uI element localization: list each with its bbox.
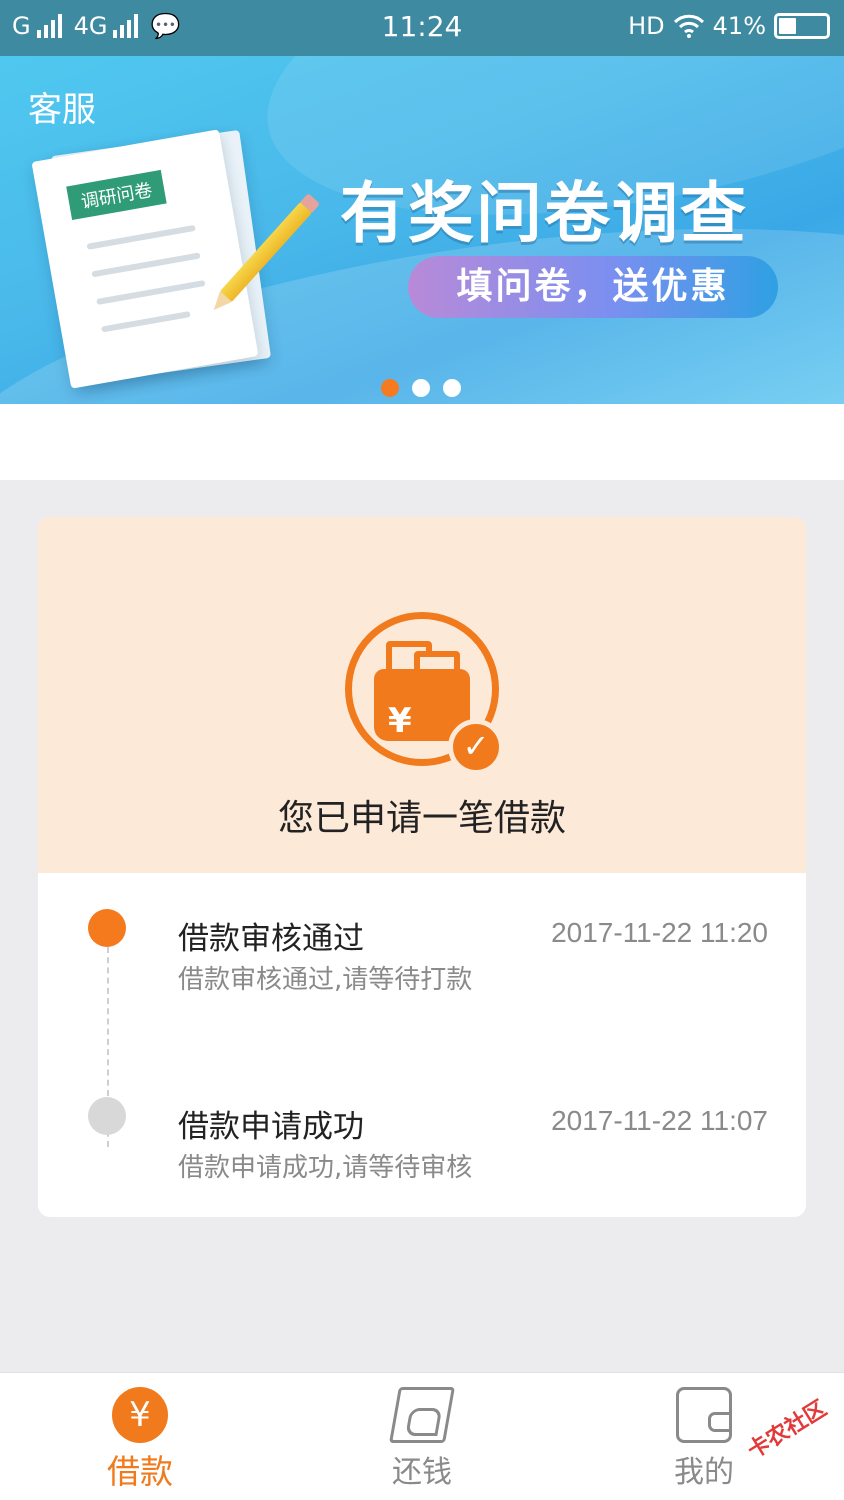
paper-line [101, 311, 191, 333]
check-icon: ✓ [448, 719, 504, 775]
banner-title: 有奖问卷调查 [340, 175, 748, 252]
timeline-dot-active [88, 909, 126, 947]
card-header: ¥ ✓ 您已申请一笔借款 [38, 517, 806, 873]
paper-line [86, 224, 196, 250]
event-time: 2017-11-22 11:20 [551, 917, 768, 948]
promo-banner[interactable]: 客服 调研问卷 有奖问卷调查 填问卷，送优惠 [0, 56, 844, 404]
timeline-dot-done [88, 1097, 126, 1135]
carousel-dot[interactable] [381, 379, 399, 397]
tab-repay[interactable]: 还钱 [322, 1373, 522, 1500]
event-time: 2017-11-22 11:07 [551, 1105, 768, 1136]
paper-line [96, 279, 206, 305]
wallet-yen-check-icon: ¥ ✓ [345, 612, 504, 775]
event-title: 借款申请成功 [178, 1109, 364, 1145]
paper-line [91, 252, 201, 278]
battery-percent: 41% [712, 12, 766, 40]
yen-icon: ¥ [388, 701, 412, 741]
tab-label: 还钱 [392, 1455, 452, 1490]
customer-service-button[interactable]: 客服 [28, 82, 96, 131]
applied-title: 您已申请一笔借款 [277, 798, 566, 839]
event-desc: 借款审核通过,请等待打款 [178, 965, 473, 995]
event-desc: 借款申请成功,请等待审核 [178, 1153, 473, 1183]
tab-label: 借款 [107, 1452, 173, 1491]
carousel-dot[interactable] [443, 379, 461, 397]
loan-status-card: ¥ ✓ 您已申请一笔借款 借款审核通过 2017-11-22 11:20 借款审… [38, 517, 806, 1217]
status-bar: G 4G 💬 11:24 HD 41% [0, 0, 844, 56]
battery-level [779, 18, 796, 34]
carousel-dot[interactable] [412, 379, 430, 397]
tab-loan[interactable]: ¥ 借款 [40, 1373, 240, 1500]
repay-icon [389, 1387, 455, 1443]
carousel-dots[interactable] [381, 379, 461, 397]
paper-front: 调研问卷 [31, 129, 259, 389]
paper-tag: 调研问卷 [66, 169, 167, 221]
yen-icon: ¥ [112, 1387, 168, 1443]
banner-subtitle: 填问卷，送优惠 [408, 256, 778, 318]
status-right: HD 41% [628, 12, 830, 40]
event-title: 借款审核通过 [178, 921, 364, 957]
bottom-tab-bar: ¥ 借款 还钱 我的 [0, 1372, 844, 1500]
spacer-band [0, 404, 844, 480]
battery-icon [774, 13, 830, 39]
wifi-icon [673, 14, 704, 38]
wallet-icon [676, 1387, 732, 1443]
hd-label: HD [628, 12, 665, 40]
